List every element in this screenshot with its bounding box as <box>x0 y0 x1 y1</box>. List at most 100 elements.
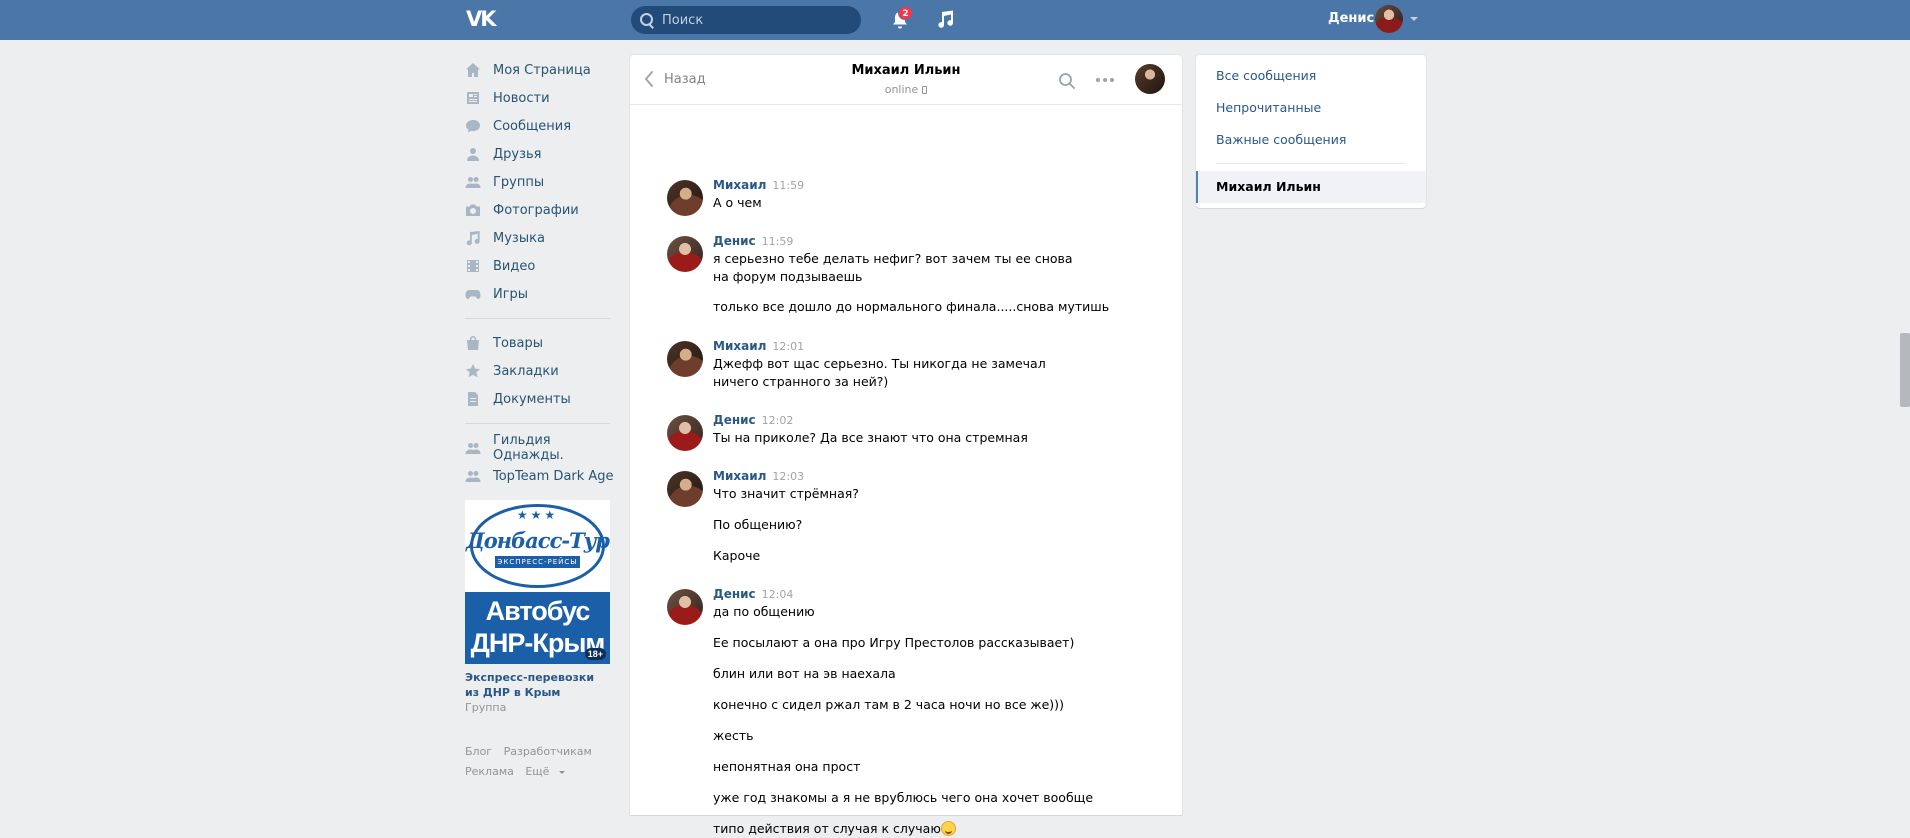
footer-link-ads[interactable]: Реклама <box>465 765 514 778</box>
notification-badge: 2 <box>898 6 913 20</box>
sidebar-item-label: Документы <box>493 391 571 407</box>
chevron-down-icon[interactable] <box>1410 17 1418 21</box>
sidebar-item-documents[interactable]: Документы <box>465 385 615 413</box>
more-icon[interactable] <box>1095 77 1115 83</box>
peer-name[interactable]: Михаил Ильин <box>630 63 1182 78</box>
music-icon <box>465 230 481 246</box>
search-input[interactable] <box>660 11 850 29</box>
message-time[interactable]: 11:59 <box>772 179 804 192</box>
message-text: Кароче <box>713 548 761 563</box>
message-author[interactable]: Денис <box>713 413 756 427</box>
peer-avatar[interactable] <box>1135 64 1165 94</box>
sidebar-item-bookmarks[interactable]: Закладки <box>465 357 615 385</box>
message-author[interactable]: Михаил <box>713 339 766 353</box>
sidebar-item-group-topteam[interactable]: TopTeam Dark Age <box>465 462 615 490</box>
avatar[interactable] <box>667 236 703 272</box>
message-text: только все дошло до нормального финала..… <box>713 299 1110 314</box>
bag-icon <box>465 335 481 351</box>
avatar[interactable] <box>667 341 703 377</box>
news-icon <box>465 90 481 106</box>
sidebar-divider <box>465 423 610 424</box>
sidebar-item-my-page[interactable]: Моя Страница <box>465 56 615 84</box>
message-text: Что значит стрёмная? <box>713 486 859 501</box>
message-author[interactable]: Михаил <box>713 178 766 192</box>
sidebar-item-label: Видео <box>493 258 536 274</box>
message-text: да по общению <box>713 604 815 619</box>
user-name[interactable]: Денис <box>1328 11 1374 26</box>
message-filters-panel: Все сообщения Непрочитанные Важные сообщ… <box>1196 55 1426 208</box>
chevron-down-icon <box>559 770 566 774</box>
sidebar-item-label: Музыка <box>493 230 545 246</box>
footer-link-developers[interactable]: Разработчикам <box>504 745 592 758</box>
search-box[interactable] <box>631 6 861 34</box>
search-icon <box>640 13 654 27</box>
vk-logo[interactable]: VK <box>466 8 498 30</box>
message-time[interactable]: 12:02 <box>762 414 794 427</box>
sidebar-item-label: Моя Страница <box>493 62 591 78</box>
search-icon[interactable] <box>1058 72 1076 90</box>
sidebar-item-label: Друзья <box>493 146 542 162</box>
sidebar-item-label: TopTeam Dark Age <box>493 468 614 484</box>
smile-emoji-icon <box>940 821 956 836</box>
filter-all-messages[interactable]: Все сообщения <box>1216 68 1316 83</box>
sidebar-item-photos[interactable]: Фотографии <box>465 196 615 224</box>
message-author[interactable]: Денис <box>713 234 756 248</box>
ad-image[interactable]: ★★★ Донбасс-Тур ЭКСПРЕСС-РЕЙСЫ Автобус Д… <box>465 500 610 664</box>
peer-status: online <box>630 83 1182 96</box>
ad-title[interactable]: Экспресс-перевозки из ДНР в Крым <box>465 670 610 700</box>
sidebar-item-messages[interactable]: Сообщения <box>465 112 615 140</box>
message-text: я серьезно тебе делать нефиг? вот зачем … <box>713 251 1073 284</box>
sidebar-divider <box>465 318 610 319</box>
avatar[interactable] <box>667 471 703 507</box>
message-text: блин или вот на эв наехала <box>713 666 896 681</box>
avatar[interactable] <box>667 415 703 451</box>
avatar[interactable] <box>667 589 703 625</box>
filter-important[interactable]: Важные сообщения <box>1216 132 1346 147</box>
message-time[interactable]: 12:04 <box>762 588 794 601</box>
active-conversation[interactable]: Михаил Ильин <box>1196 171 1426 203</box>
sidebar-item-label: Гильдия Однажды. <box>493 433 564 463</box>
camera-icon <box>465 202 481 218</box>
scrollbar-thumb[interactable] <box>1900 333 1910 407</box>
message-time[interactable]: 11:59 <box>762 235 794 248</box>
scrollbar-track[interactable] <box>1897 40 1910 799</box>
sidebar-item-label: Фотографии <box>493 202 579 218</box>
sidebar-item-friends[interactable]: Друзья <box>465 140 615 168</box>
message-time[interactable]: 12:01 <box>772 340 804 353</box>
message-text: Джефф вот щас серьезно. Ты никогда не за… <box>713 356 1046 389</box>
sidebar-item-music[interactable]: Музыка <box>465 224 615 252</box>
friends-icon <box>465 146 481 162</box>
message-author[interactable]: Михаил <box>713 469 766 483</box>
message-text: Ты на приколе? Да все знают что она стре… <box>713 430 1028 445</box>
message-text: типо действия от случая к случаю <box>713 820 1153 838</box>
avatar[interactable] <box>667 180 703 216</box>
sidebar-item-label: Товары <box>493 335 544 351</box>
sidebar-item-video[interactable]: Видео <box>465 252 615 280</box>
message-text: Ее посылают а она про Игру Престолов рас… <box>713 635 1075 650</box>
message-author[interactable]: Денис <box>713 587 756 601</box>
message-text: А о чем <box>713 195 762 210</box>
group-icon <box>465 440 481 456</box>
group-icon <box>465 468 481 484</box>
panel-divider <box>1216 163 1406 164</box>
groups-icon <box>465 174 481 190</box>
sidebar-item-games[interactable]: Игры <box>465 280 615 308</box>
sidebar-item-news[interactable]: Новости <box>465 84 615 112</box>
filter-unread[interactable]: Непрочитанные <box>1216 100 1321 115</box>
ad-logo-text: Донбасс-Тур <box>466 528 610 553</box>
message-time[interactable]: 12:03 <box>772 470 804 483</box>
chat-header: Назад Михаил Ильин online <box>630 55 1182 105</box>
sidebar-item-group-guild[interactable]: Гильдия Однажды. <box>465 433 615 463</box>
user-avatar[interactable] <box>1375 5 1403 33</box>
footer-link-blog[interactable]: Блог <box>465 745 492 758</box>
message-text: По общению? <box>713 517 803 532</box>
footer-link-more[interactable]: Ещё <box>525 765 573 778</box>
ad-block[interactable]: ★★★ Донбасс-Тур ЭКСПРЕСС-РЕЙСЫ Автобус Д… <box>465 500 610 716</box>
ad-subtitle: Группа <box>465 701 507 714</box>
sidebar-item-goods[interactable]: Товары <box>465 329 615 357</box>
music-note-icon[interactable] <box>935 9 955 29</box>
sidebar-item-label: Сообщения <box>493 118 572 134</box>
ad-headline-1: Автобус <box>485 596 591 626</box>
sidebar-item-groups[interactable]: Группы <box>465 168 615 196</box>
message-text: уже год знакомы а я не врублюсь чего она… <box>713 790 1094 805</box>
